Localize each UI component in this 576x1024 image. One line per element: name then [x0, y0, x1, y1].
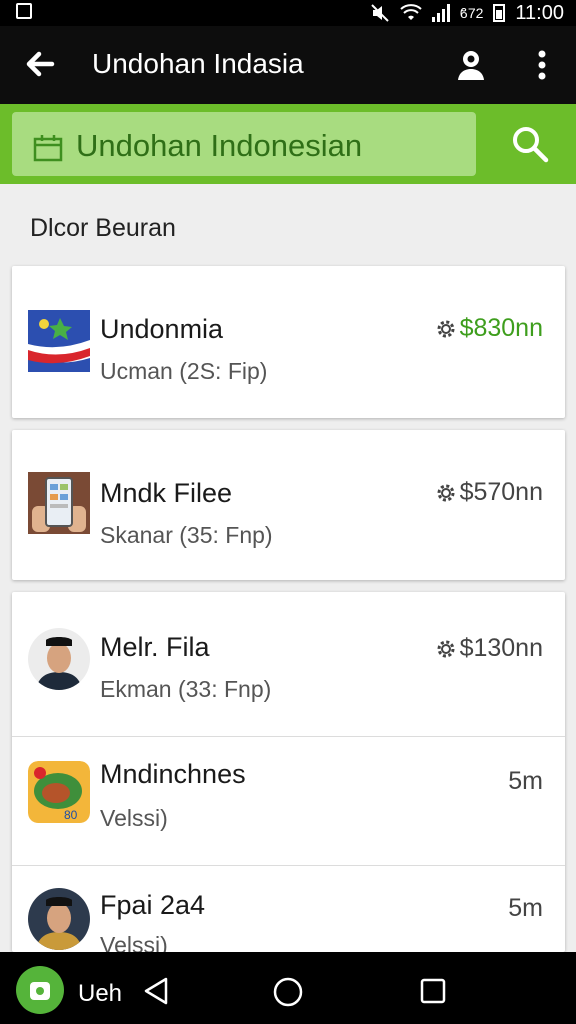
- item-subtitle: Ekman (33: Fnp): [100, 676, 272, 702]
- mute-icon: [371, 4, 389, 22]
- battery-percent: ϐ72: [459, 5, 484, 21]
- price-value: $130nn: [459, 634, 543, 662]
- page-title: Undohan Indasia: [92, 48, 304, 79]
- nav-home-icon[interactable]: [272, 976, 304, 1008]
- arrow-left-icon[interactable]: [22, 46, 58, 82]
- item-title: Mndinchnes: [100, 759, 246, 789]
- search-query: Undohan Indonesian: [76, 128, 363, 163]
- calendar-icon: [33, 135, 63, 162]
- list-card[interactable]: Melr. Fila Ekman (33: Fnp) $130nn 80 Mnd…: [12, 592, 565, 958]
- item-subtitle: Skanar (35: Fnp): [100, 522, 273, 548]
- app-bar: Undohan Indasia: [0, 26, 576, 104]
- item-price: $130nn: [434, 634, 543, 663]
- system-nav-bar: Ueh: [0, 952, 576, 1024]
- list-card[interactable]: Undonmia Ucman (2S: Fip) $830nn: [12, 266, 565, 418]
- gear-icon: [437, 484, 455, 501]
- gear-icon: [437, 640, 455, 657]
- user-icon[interactable]: [452, 46, 490, 84]
- app-shortcut-label: Ueh: [78, 980, 123, 1007]
- list-item[interactable]: Fpai 2a4 Velssi) 5m: [12, 866, 565, 958]
- flag-thumbnail: [28, 310, 90, 372]
- search-bar: Undohan Indonesian: [0, 104, 576, 184]
- list-item[interactable]: Mndk Filee Skanar (35: Fnp) $570nn: [12, 430, 565, 580]
- wifi-icon: [400, 4, 422, 20]
- more-vertical-icon[interactable]: [528, 48, 556, 82]
- price-value: $830nn: [459, 314, 543, 342]
- app-shortcut-icon[interactable]: [16, 966, 64, 1014]
- nav-back-icon[interactable]: [142, 976, 170, 1006]
- battery-icon: [493, 4, 506, 22]
- avatar: [28, 888, 90, 950]
- signal-icon: [431, 4, 450, 22]
- item-subtitle: Ucman (2S: Fip): [100, 358, 268, 384]
- search-input[interactable]: Undohan Indonesian: [12, 112, 476, 176]
- notification-image-icon: [16, 3, 32, 19]
- duration-value: 5m: [508, 894, 543, 922]
- svg-text:80: 80: [64, 808, 78, 822]
- list-card[interactable]: Mndk Filee Skanar (35: Fnp) $570nn: [12, 430, 565, 580]
- avatar: [28, 628, 90, 690]
- price-value: $570nn: [459, 478, 543, 506]
- item-title: Fpai 2a4: [100, 890, 206, 920]
- app-thumbnail: 80: [28, 761, 90, 823]
- gear-icon: [437, 320, 455, 337]
- clock: 11:00: [515, 1, 564, 24]
- item-title: Undonmia: [100, 314, 224, 344]
- item-price: $570nn: [434, 478, 543, 507]
- search-icon[interactable]: [508, 122, 552, 166]
- nav-recents-icon[interactable]: [420, 978, 446, 1004]
- item-duration: 5m: [508, 894, 543, 923]
- item-title: Melr. Fila: [100, 632, 210, 662]
- list-item[interactable]: 80 Mndinchnes Velssi) 5m: [12, 737, 565, 865]
- item-price: $830nn: [434, 314, 543, 343]
- item-duration: 5m: [508, 767, 543, 796]
- list-item[interactable]: Undonmia Ucman (2S: Fip) $830nn: [12, 266, 565, 418]
- phone-thumbnail: [28, 472, 90, 534]
- status-icons: ϐ72 11:00: [370, 0, 564, 26]
- section-title: Dlcor Beuran: [30, 214, 176, 242]
- item-title: Mndk Filee: [100, 478, 233, 508]
- duration-value: 5m: [508, 767, 543, 795]
- status-bar: ϐ72 11:00: [0, 0, 576, 26]
- item-subtitle: Velssi): [100, 805, 168, 831]
- list-item[interactable]: Melr. Fila Ekman (33: Fnp) $130nn: [12, 592, 565, 736]
